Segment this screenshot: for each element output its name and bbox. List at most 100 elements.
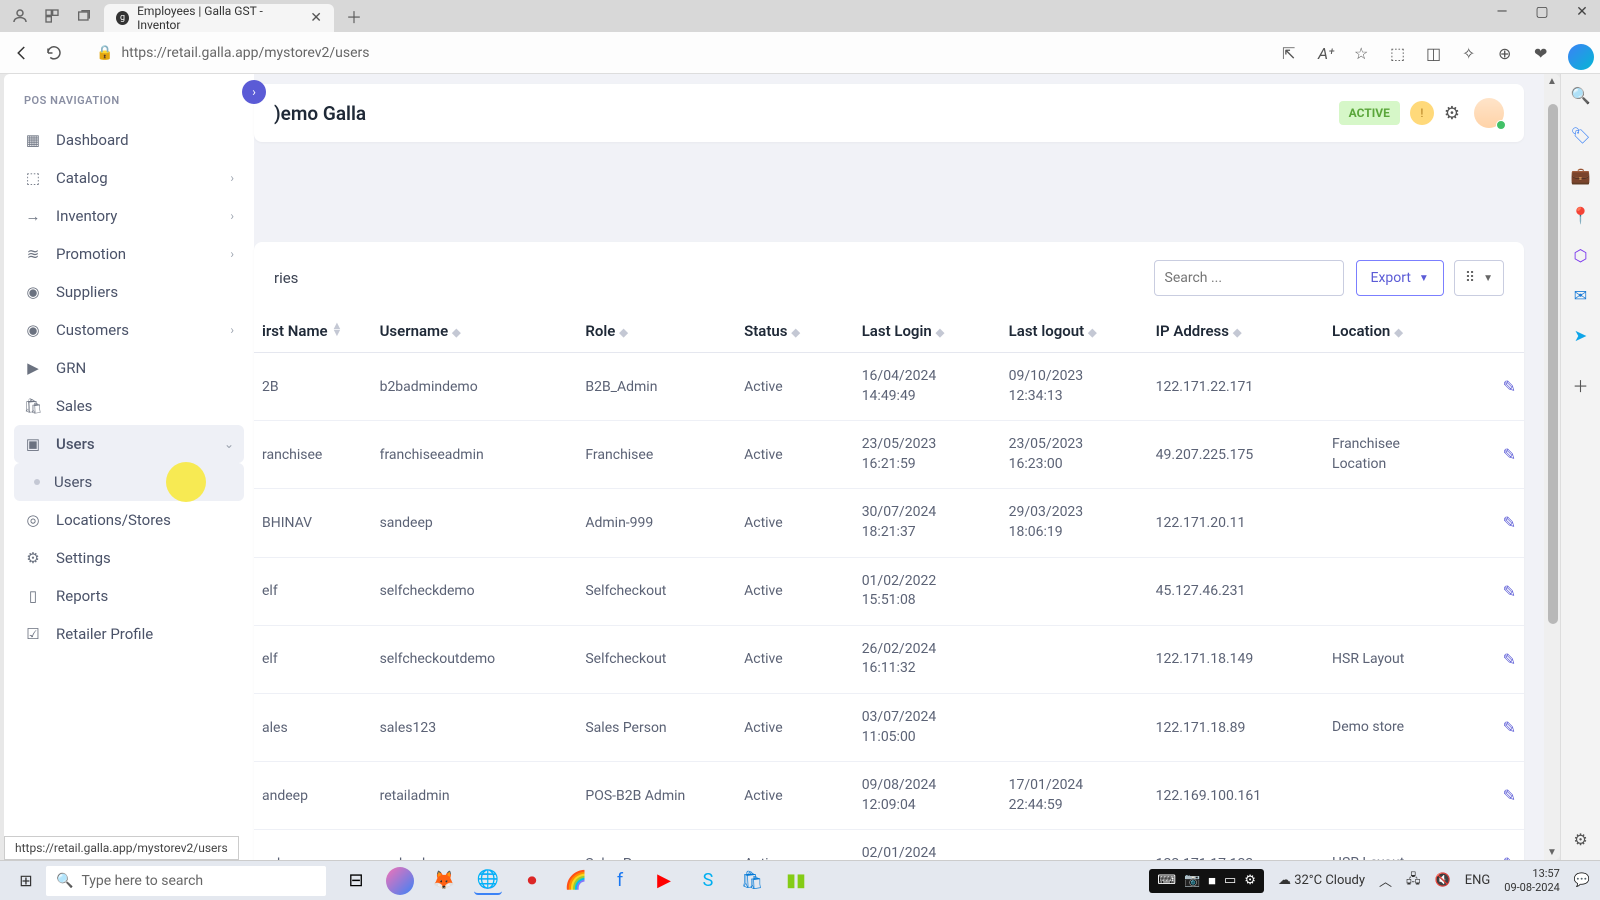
system-tray: ⌨ 📷 ■ ▭ ⚙ ☁ 32°C Cloudy ︿ 🖧 🔇 ENG 13:57 … [1149,867,1590,893]
notifications-icon[interactable]: 💬 [1574,873,1590,888]
start-button[interactable]: ⊞ [10,865,42,897]
favorites-bar-icon[interactable]: ✧ [1462,44,1480,62]
columns-button[interactable]: ⠿ ▼ [1454,260,1504,296]
sidebar-item-inventory[interactable]: → Inventory › [14,197,244,235]
firefox-icon[interactable]: 🦊 [430,867,458,895]
sidebar-item-sales[interactable]: 🛍 Sales [14,387,244,425]
search-input[interactable] [1154,260,1344,296]
sidebar-item-promotion[interactable]: ≋ Promotion › [14,235,244,273]
url-field[interactable]: 🔒 https://retail.galla.app/mystorev2/use… [96,45,370,61]
add-sidebar-icon[interactable]: ＋ [1570,374,1592,396]
sidebar-item-users[interactable]: ▣ Users ⌄ [14,425,244,463]
scroll-thumb[interactable] [1548,104,1558,624]
taskbar-search[interactable]: 🔍 Type here to search [46,866,326,896]
browser-tab[interactable]: g Employees | Galla GST - Inventor ✕ [104,4,334,32]
col-first-name[interactable]: irst Name▲▼ [254,310,372,353]
scroll-up-icon[interactable]: ▲ [1544,76,1560,87]
cell-status: Active [736,557,854,625]
language-indicator[interactable]: ENG [1465,873,1491,888]
shopping-icon[interactable]: ❤ [1534,44,1552,62]
youtube-icon[interactable]: ▶ [650,867,678,895]
back-button[interactable] [12,43,32,63]
tab-overview-icon[interactable] [72,4,96,28]
open-external-icon[interactable]: ⇱ [1282,44,1300,62]
edit-button[interactable]: ✎ [1465,693,1524,761]
sidebar-item-retailer-profile[interactable]: ☑ Retailer Profile [14,615,244,653]
export-button[interactable]: Export ▼ [1356,260,1444,296]
scroll-down-icon[interactable]: ▼ [1544,847,1560,858]
table-row: andeepretailadminPOS-B2B AdminActive09/0… [254,762,1524,830]
copilot-task-icon[interactable] [386,867,414,895]
edit-button[interactable]: ✎ [1465,557,1524,625]
cell-last-logout: 09/10/202312:34:13 [1001,353,1148,421]
sidebar-item-settings[interactable]: ⚙ Settings [14,539,244,577]
scrollbar[interactable]: ▲ ▼ [1544,74,1560,860]
col-ip-address[interactable]: IP Address◆ [1148,310,1324,353]
chrome-icon[interactable]: 🌈 [562,867,590,895]
office-sidebar-icon[interactable]: ⬡ [1570,244,1592,266]
clock[interactable]: 13:57 09-08-2024 [1504,867,1560,893]
edit-button[interactable]: ✎ [1465,421,1524,489]
sidebar-item-dashboard[interactable]: ▦ Dashboard [14,121,244,159]
app-icon[interactable]: ▮▮ [782,867,810,895]
profile-icon[interactable] [8,4,32,28]
favorite-icon[interactable]: ☆ [1354,44,1372,62]
volume-icon[interactable]: 🔇 [1435,873,1451,888]
sidebar-item-customers[interactable]: ◉ Customers › [14,311,244,349]
cell-username: sales123 [372,693,578,761]
sidebar-subitem-users[interactable]: Users [14,463,244,501]
coin-icon[interactable]: ! [1410,101,1434,125]
outlook-sidebar-icon[interactable]: ✉ [1570,284,1592,306]
briefcase-sidebar-icon[interactable]: 💼 [1570,164,1592,186]
sidebar-item-locations[interactable]: ◎ Locations/Stores [14,501,244,539]
collections-icon[interactable]: ⊕ [1498,44,1516,62]
avatar[interactable] [1474,98,1504,128]
col-last-logout[interactable]: Last logout◆ [1001,310,1148,353]
extensions-icon[interactable]: ⬚ [1390,44,1408,62]
close-window-button[interactable]: ✕ [1572,4,1592,20]
skype-icon[interactable]: S [694,867,722,895]
refresh-button[interactable] [44,43,64,63]
facebook-icon[interactable]: f [606,867,634,895]
col-location[interactable]: Location◆ [1324,310,1465,353]
tab-close-icon[interactable]: ✕ [310,10,322,26]
minimize-button[interactable]: — [1492,4,1512,20]
read-aloud-icon[interactable]: A⁺ [1318,44,1336,62]
sidebar-item-reports[interactable]: ▯ Reports [14,577,244,615]
copilot-icon[interactable] [1568,44,1594,70]
edge-icon[interactable]: 🌐 [474,867,502,895]
edit-button[interactable]: ✎ [1465,489,1524,557]
sidebar-toggle-button[interactable]: › [242,80,266,104]
edit-button[interactable]: ✎ [1465,353,1524,421]
gear-icon[interactable]: ⚙ [1444,103,1460,124]
weather-widget[interactable]: ☁ 32°C Cloudy [1278,873,1365,888]
send-sidebar-icon[interactable]: ➤ [1570,324,1592,346]
task-view-icon[interactable]: ⊟ [342,867,370,895]
edit-button[interactable]: ✎ [1465,830,1524,860]
sidebar-item-suppliers[interactable]: ◉ Suppliers [14,273,244,311]
tag-sidebar-icon[interactable]: 🏷 [1570,124,1592,146]
settings-sidebar-icon[interactable]: ⚙ [1570,828,1592,850]
record-icon[interactable]: ⏺ [518,867,546,895]
network-icon[interactable]: 🖧 [1406,870,1421,892]
edit-button[interactable]: ✎ [1465,762,1524,830]
pin-sidebar-icon[interactable]: 📍 [1570,204,1592,226]
col-role[interactable]: Role◆ [577,310,736,353]
col-status[interactable]: Status◆ [736,310,854,353]
sidebar-item-label: Suppliers [56,283,118,301]
store-icon[interactable]: 🛍 [738,867,766,895]
col-last-login[interactable]: Last Login◆ [854,310,1001,353]
tray-chevron-icon[interactable]: ︿ [1379,871,1392,890]
sidebar-item-grn[interactable]: ▶ GRN [14,349,244,387]
table-card: ries Export ▼ ⠿ ▼ irst Name▲ [254,242,1524,860]
sidebar-item-catalog[interactable]: ⬚ Catalog › [14,159,244,197]
workspaces-icon[interactable] [40,4,64,28]
col-username[interactable]: Username◆ [372,310,578,353]
chevron-right-icon: › [230,171,234,185]
new-tab-button[interactable]: ＋ [342,4,366,28]
edit-button[interactable]: ✎ [1465,625,1524,693]
tray-panel[interactable]: ⌨ 📷 ■ ▭ ⚙ [1149,869,1264,893]
search-sidebar-icon[interactable]: 🔍 [1570,84,1592,106]
split-screen-icon[interactable]: ◫ [1426,44,1444,62]
maximize-button[interactable]: ▢ [1532,4,1552,20]
